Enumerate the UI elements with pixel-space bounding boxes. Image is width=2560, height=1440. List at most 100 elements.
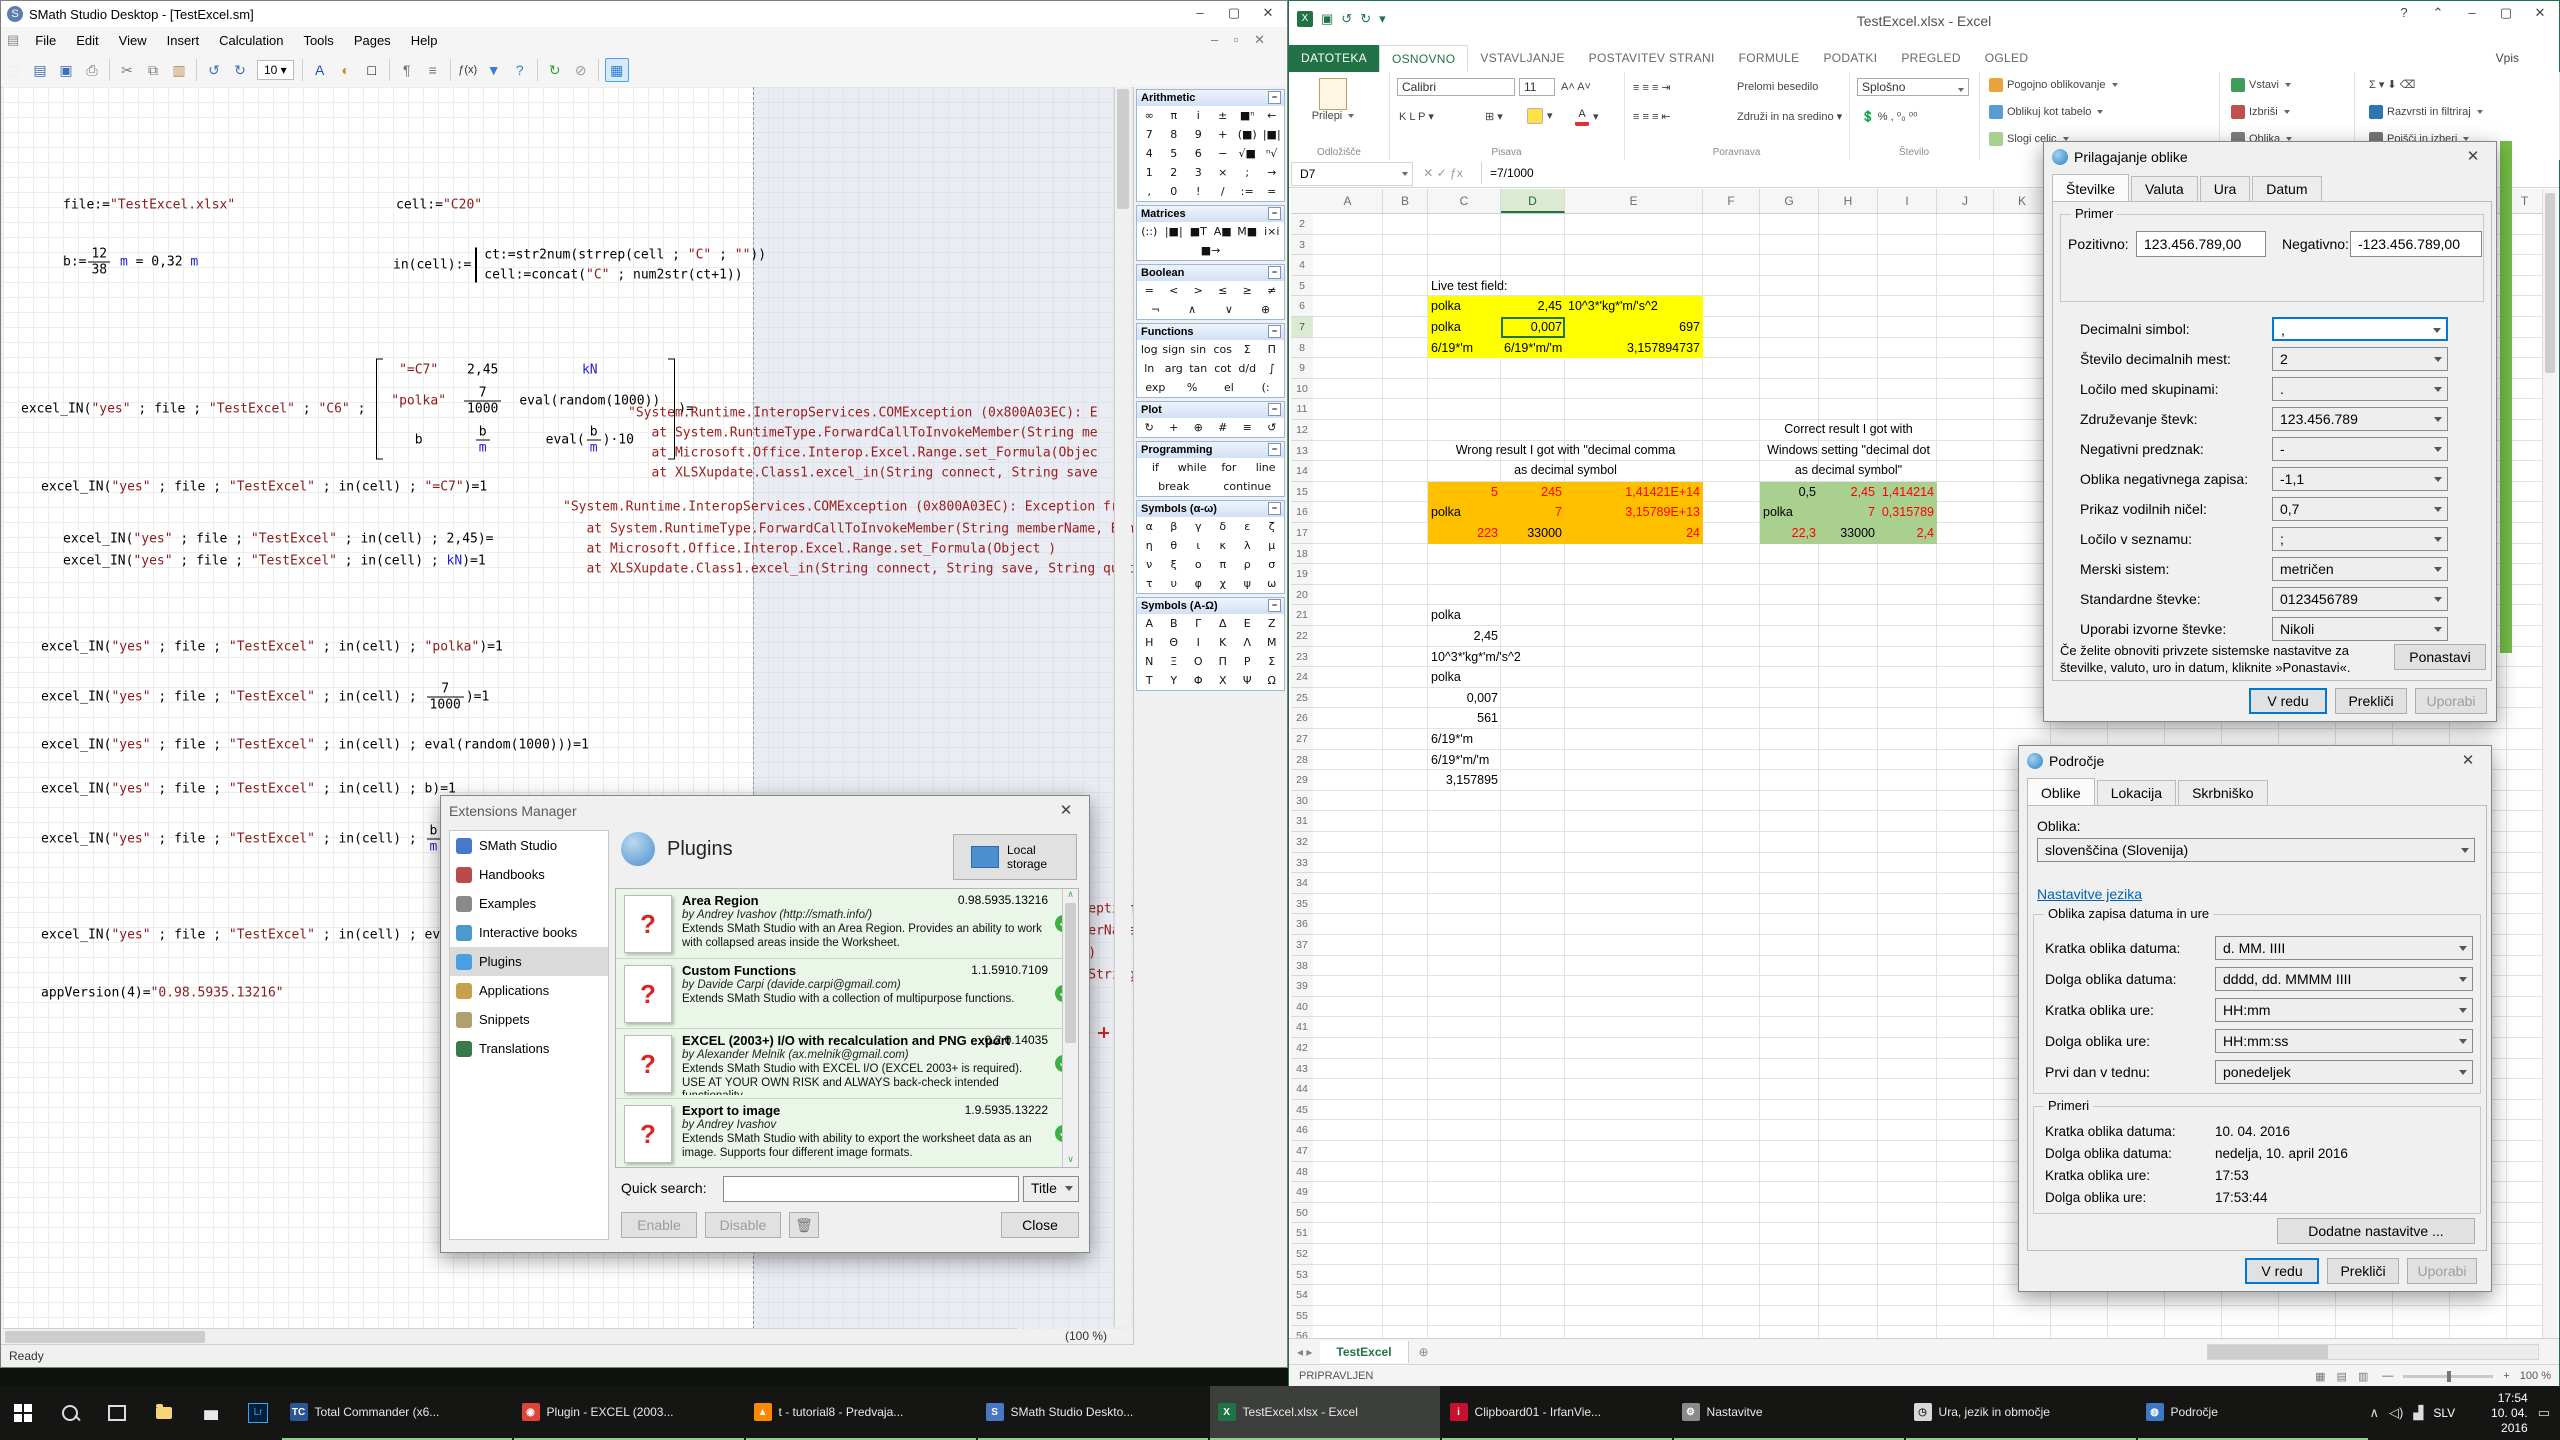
clock[interactable]: 17:5410. 04. 2016 (2465, 1391, 2528, 1436)
sidebar-item-examples[interactable]: Examples (450, 889, 608, 918)
reset-button[interactable]: Ponastavi (2394, 644, 2486, 670)
palette-button[interactable]: κ (1211, 536, 1236, 555)
row-header-52[interactable]: 52 (1291, 1244, 1313, 1265)
format-ok-button[interactable]: V redu (2249, 688, 2327, 714)
palette-button[interactable]: ο (1186, 555, 1211, 574)
paste-button[interactable]: Prilepi (1303, 78, 1363, 122)
smath-minimize-button[interactable]: – (1183, 1, 1217, 25)
view-buttons[interactable]: ▦ ▤ ▥ (2315, 1370, 2372, 1383)
search-mode-select[interactable]: Title (1023, 1176, 1079, 1202)
cut-icon[interactable]: ✂ (116, 59, 138, 81)
menu-calculation[interactable]: Calculation (209, 29, 293, 52)
palette-button[interactable]: A■ (1211, 222, 1236, 241)
formula-region[interactable]: excel_IN("yes" ; file ; "TestExcel" ; in… (63, 532, 494, 547)
smath-vscrollbar[interactable] (1114, 87, 1131, 1327)
cell-G15[interactable]: 0,5 (1760, 482, 1819, 502)
palette-button[interactable]: 0 (1162, 182, 1187, 201)
row-header-4[interactable]: 4 (1291, 255, 1313, 276)
column-header-I[interactable]: I (1878, 189, 1937, 213)
sidebar-item-plugins[interactable]: Plugins (450, 947, 608, 976)
format-field-select[interactable]: . (2272, 377, 2448, 401)
ribbon-tab-ogled[interactable]: OGLED (1973, 45, 2041, 72)
column-header-G[interactable]: G (1760, 189, 1819, 213)
palette-button[interactable]: Θ (1162, 633, 1187, 652)
palette-button[interactable]: el (1211, 378, 1248, 397)
zoom-out-button[interactable]: — (2382, 1370, 2393, 1382)
palette-button[interactable]: Ξ (1162, 652, 1187, 671)
volume-icon[interactable]: ◁) (2389, 1405, 2403, 1421)
format-field-select[interactable]: -1,1 (2272, 467, 2448, 491)
font-size-select[interactable]: 11 (1519, 78, 1555, 96)
extmgr-titlebar[interactable]: Extensions Manager (441, 796, 1089, 825)
wrap-text-button[interactable]: Prelomi besedilo (1737, 81, 1818, 93)
cell-E17[interactable]: 24 (1565, 523, 1703, 543)
palette-button[interactable]: exp (1137, 378, 1174, 397)
dialog-tab-ura[interactable]: Ura (2200, 176, 2251, 203)
file-explorer-button[interactable] (141, 1386, 188, 1440)
ribbon-tab-postavitev strani[interactable]: POSTAVITEV STRANI (1577, 45, 1727, 72)
sheet-nav-arrows[interactable]: ◂ ▸ (1289, 1345, 1320, 1359)
dialog-tab-oblike[interactable]: Oblike (2027, 778, 2095, 805)
bold-italic-underline-buttons[interactable]: K L P ▾ (1399, 110, 1434, 123)
palette-button[interactable]: Β (1162, 614, 1187, 633)
smath-hscrollbar[interactable] (3, 1328, 1017, 1345)
number-buttons[interactable]: 💲 % , ⁰₀ ⁰⁰ (1861, 110, 1918, 123)
language-indicator[interactable]: SLV (2433, 1406, 2455, 1420)
palette-button[interactable]: χ (1211, 574, 1236, 593)
palette-button[interactable]: Μ (1260, 633, 1285, 652)
row-header-46[interactable]: 46 (1291, 1120, 1313, 1141)
delete-cells-button[interactable]: Izbriši (2231, 105, 2290, 119)
palette-button[interactable]: , (1137, 182, 1162, 201)
region-ok-button[interactable]: V redu (2245, 1258, 2319, 1284)
formula-region[interactable]: excel_IN("yes" ; file ; "TestExcel" ; in… (63, 554, 486, 569)
row-header-41[interactable]: 41 (1291, 1017, 1313, 1038)
region-field-select[interactable]: HH:mm:ss (2215, 1029, 2473, 1053)
cell-H17[interactable]: 33000 (1819, 523, 1878, 543)
sidebar-item-snippets[interactable]: Snippets (450, 1005, 608, 1034)
row-header-17[interactable]: 17 (1291, 523, 1313, 544)
palette-button[interactable]: 9 (1186, 125, 1211, 144)
dialog-tab-valuta[interactable]: Valuta (2131, 176, 2198, 203)
plugin-item[interactable]: ?Area Region0.98.5935.13216by Andrey Iva… (616, 889, 1078, 959)
palette-button[interactable]: ∨ (1211, 300, 1248, 319)
cell-C17[interactable]: 223 (1428, 523, 1501, 543)
palette-button[interactable]: (: (1247, 378, 1284, 397)
autosum-fill-clear-buttons[interactable]: Σ ▾ ⬇ ⌫ (2369, 78, 2415, 91)
extmgr-close-button[interactable]: ✕ (1044, 797, 1088, 824)
row-headers[interactable]: 2345678910111213141516171819202122232425… (1291, 214, 1314, 1338)
lightroom-button[interactable]: Lr (235, 1386, 282, 1440)
palette-button[interactable]: i×i (1260, 222, 1285, 241)
palette-button[interactable]: ln (1137, 359, 1162, 378)
palette-button[interactable]: Κ (1211, 633, 1236, 652)
cell-C27[interactable]: 6/19*'m (1428, 729, 1501, 749)
palette-button[interactable]: Ο (1186, 652, 1211, 671)
cell-C6[interactable]: polka (1428, 296, 1501, 316)
palette-button[interactable]: / (1211, 182, 1236, 201)
insert-cells-button[interactable]: Vstavi (2231, 78, 2291, 92)
palette-button[interactable]: ω (1260, 574, 1285, 593)
taskbar-item-testexcel-xlsx-excel[interactable]: XTestExcel.xlsx - Excel (1210, 1386, 1440, 1440)
cell-E7[interactable]: 697 (1565, 317, 1703, 337)
excel-restore-button[interactable]: ▢ (2489, 1, 2523, 25)
align-bottom-buttons[interactable]: ≡ ≡ ≡ ⇤ (1633, 110, 1671, 123)
palette-button[interactable]: |■| (1162, 222, 1187, 241)
row-header-38[interactable]: 38 (1291, 956, 1313, 977)
cell-C24[interactable]: polka (1428, 667, 1501, 687)
column-header-H[interactable]: H (1819, 189, 1878, 213)
open-icon[interactable]: ▤ (29, 59, 51, 81)
palette-button[interactable]: → (1260, 163, 1285, 182)
plugin-list-scrollbar[interactable]: ∧∨ (1062, 889, 1078, 1167)
menu-file[interactable]: File (25, 29, 66, 52)
palette-button[interactable]: i (1186, 106, 1211, 125)
excel-vscrollbar[interactable] (2542, 189, 2557, 1338)
palette-button[interactable]: cos (1211, 340, 1236, 359)
format-apply-button[interactable]: Uporabi (2415, 688, 2487, 714)
palette-button[interactable]: − (1211, 144, 1236, 163)
store-button[interactable] (188, 1386, 235, 1440)
row-header-16[interactable]: 16 (1291, 502, 1313, 523)
row-header-23[interactable]: 23 (1291, 647, 1313, 668)
font-size-select[interactable]: 10 ▾ (257, 60, 294, 80)
dialog-tab-datum[interactable]: Datum (2252, 176, 2321, 203)
excel-signin[interactable]: Vpis (2496, 51, 2519, 65)
palette-button[interactable]: φ (1186, 574, 1211, 593)
